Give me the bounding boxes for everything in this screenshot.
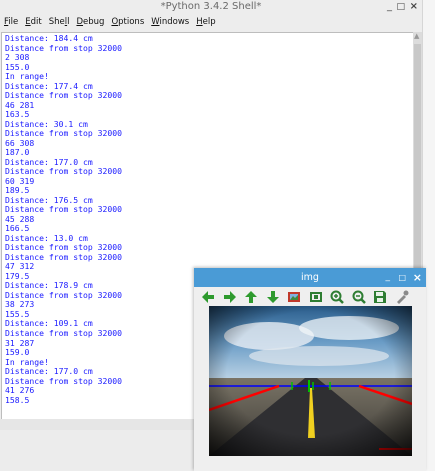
output-line: 46 281 (5, 99, 35, 110)
img-minimize-button[interactable]: _ (386, 268, 391, 287)
img-title-bar[interactable]: img _ □ × (194, 268, 426, 287)
output-line: Distance from stop 32000 (5, 128, 122, 139)
menu-item-text: dit (30, 17, 42, 27)
menu-item[interactable]: Shell (49, 15, 70, 30)
window-title: *Python 3.4.2 Shell* (160, 1, 262, 12)
img-window: img _ □ × (194, 268, 426, 471)
menu-item-text: l (67, 17, 70, 27)
arrow-left-icon[interactable] (200, 289, 216, 305)
img-window-title: img (301, 272, 319, 283)
menu-item-text: indows (159, 17, 190, 27)
scroll-up-icon[interactable]: ▲ (414, 32, 419, 40)
minimize-button[interactable]: _ (387, 0, 392, 14)
menu-item-text: elp (202, 17, 216, 27)
maximize-button[interactable]: □ (396, 0, 405, 14)
scrollbar-thumb[interactable] (414, 44, 421, 304)
arrow-down-icon[interactable] (265, 289, 281, 305)
output-line: Distance from stop 32000 (5, 166, 122, 177)
output-line: 60 319 (5, 175, 35, 186)
img-close-button[interactable]: × (413, 268, 422, 287)
fit-window-icon[interactable] (308, 289, 324, 305)
window-title-bar[interactable]: *Python 3.4.2 Shell* _ □ × (0, 0, 422, 14)
output-line: Distance from stop 32000 (5, 204, 122, 215)
image-icon[interactable] (286, 289, 302, 305)
menu-bar: File Edit Shell Debug Options Windows Help (0, 15, 422, 30)
close-button[interactable]: × (410, 0, 418, 14)
road-image (209, 306, 412, 456)
output-line: Distance from stop 32000 (5, 90, 122, 101)
road-image-graphic (209, 306, 412, 456)
menu-item[interactable]: Edit (25, 15, 41, 30)
output-line: Distance from stop 32000 (5, 42, 122, 53)
menu-item[interactable]: Options (111, 15, 144, 30)
zoom-out-icon[interactable] (351, 289, 367, 305)
img-toolbar (194, 287, 426, 307)
output-line: 2 308 (5, 52, 30, 63)
menu-item[interactable]: File (4, 15, 18, 30)
output-line: 45 288 (5, 213, 35, 224)
menu-item-text: ptions (118, 17, 145, 27)
output-line: 66 308 (5, 137, 35, 148)
arrow-right-icon[interactable] (222, 289, 238, 305)
menu-item-text: ebug (83, 17, 105, 27)
menu-item[interactable]: Debug (76, 15, 104, 30)
img-maximize-button[interactable]: □ (398, 268, 406, 287)
save-icon[interactable] (372, 289, 388, 305)
menu-item[interactable]: Windows (151, 15, 189, 30)
output-line: Distance from stop 32000 (5, 251, 122, 262)
menu-item[interactable]: Help (196, 15, 215, 30)
output-line: 155.0 (5, 61, 30, 72)
menu-item-text: ile (8, 17, 19, 27)
properties-icon[interactable] (394, 289, 410, 305)
menu-item-text: She (48, 17, 65, 27)
arrow-up-icon[interactable] (243, 289, 259, 305)
zoom-in-icon[interactable] (329, 289, 345, 305)
